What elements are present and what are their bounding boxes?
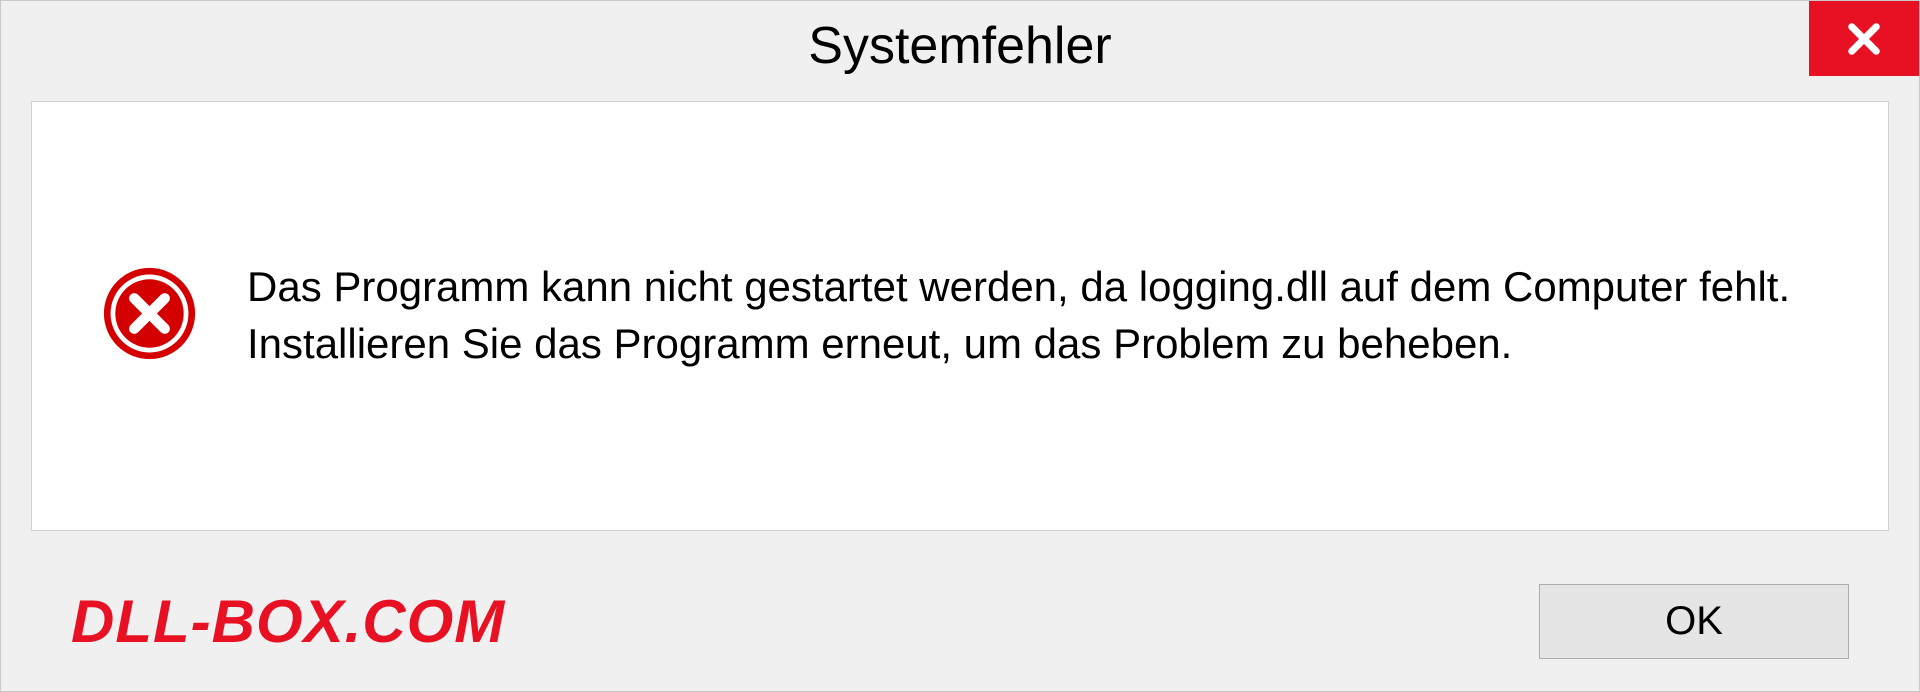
error-message: Das Programm kann nicht gestartet werden… — [247, 259, 1818, 372]
ok-button[interactable]: OK — [1539, 584, 1849, 659]
close-icon — [1843, 18, 1885, 60]
error-dialog: Systemfehler Das Programm kann nicht ges… — [0, 0, 1920, 692]
dialog-title: Systemfehler — [808, 16, 1111, 76]
title-bar: Systemfehler — [1, 1, 1919, 91]
error-icon — [102, 266, 197, 366]
watermark-text: DLL-BOX.COM — [71, 587, 505, 656]
content-area: Das Programm kann nicht gestartet werden… — [31, 101, 1889, 531]
dialog-footer: DLL-BOX.COM OK — [1, 551, 1919, 691]
close-button[interactable] — [1809, 1, 1919, 76]
